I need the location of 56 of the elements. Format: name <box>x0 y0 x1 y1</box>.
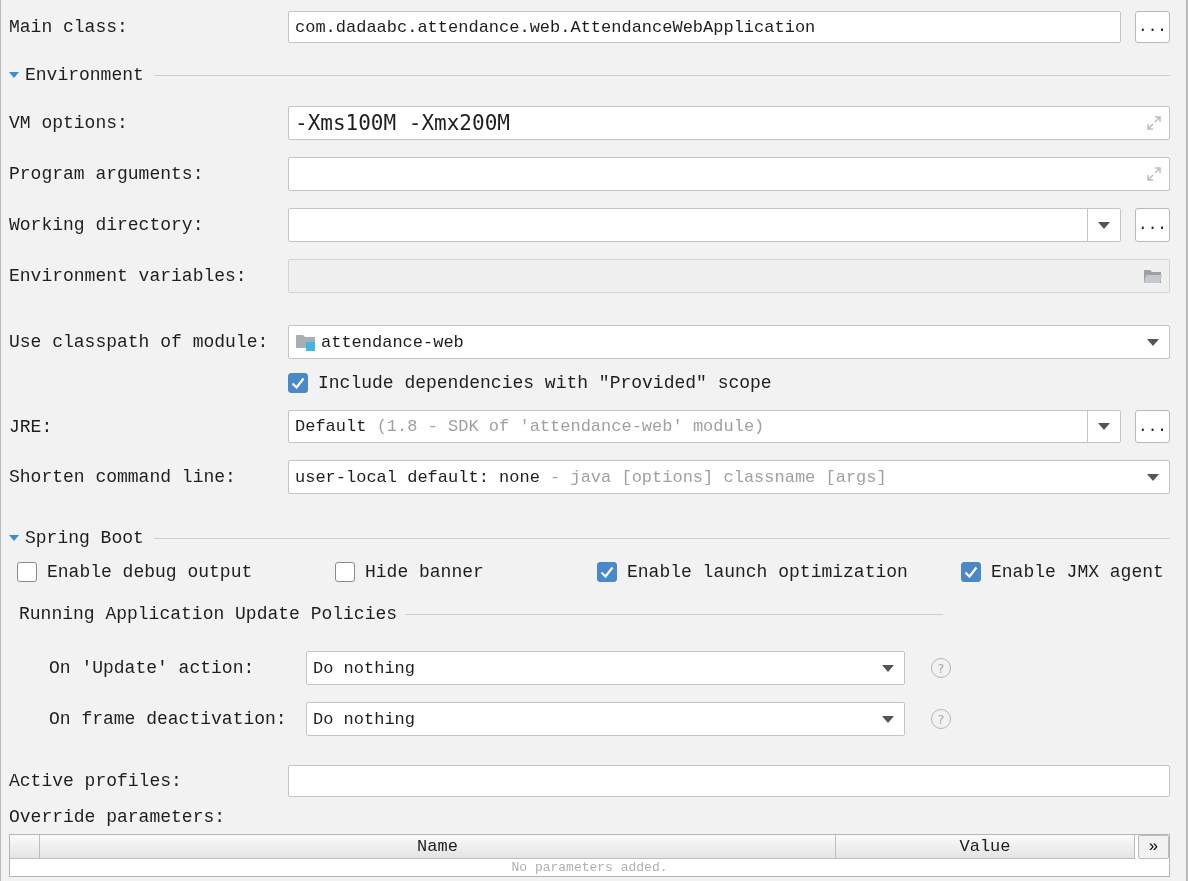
empty-message: No parameters added. <box>510 859 669 876</box>
text-field[interactable] <box>288 157 1170 191</box>
section-title: Spring Boot <box>25 528 144 548</box>
module-dropdown[interactable]: attendance-web <box>288 325 1170 359</box>
checkbox[interactable] <box>288 373 308 393</box>
dropdown-arrow-icon <box>1098 423 1110 430</box>
group-title: Running Application Update Policies <box>19 604 398 624</box>
field-label: On 'Update' action: <box>49 658 256 678</box>
checkbox-label[interactable]: Hide banner <box>365 562 484 582</box>
browse-button[interactable]: ... <box>1135 410 1170 443</box>
checkbox-label[interactable]: Enable launch optimization <box>627 562 908 582</box>
text-field[interactable]: -Xms100M -Xmx200M <box>288 106 1170 140</box>
field-label: Main class: <box>9 17 129 37</box>
column-header[interactable]: Value <box>836 835 1135 859</box>
field-label: VM options: <box>9 113 129 133</box>
checkbox-label[interactable]: Enable debug output <box>47 562 253 582</box>
field-value: -Xms100M -Xmx200M <box>295 111 510 135</box>
dropdown-value: user-local default: none - java [options] classname [args] <box>295 467 887 487</box>
field-label: Active profiles: <box>9 771 183 791</box>
checkbox-label[interactable]: Include dependencies with "Provided" scope <box>318 373 772 393</box>
checkbox-label[interactable]: Enable JMX agent <box>991 562 1164 582</box>
browse-button[interactable]: ... <box>1135 11 1170 43</box>
dropdown-arrow-icon <box>882 664 894 672</box>
expand-icon[interactable] <box>1145 114 1163 132</box>
shorten-dropdown[interactable]: user-local default: none - java [options] classname [args] <box>288 460 1170 494</box>
combo-box[interactable] <box>288 208 1121 242</box>
checkbox[interactable] <box>597 562 617 582</box>
policy-dropdown[interactable]: Do nothing <box>306 651 905 685</box>
field-label: Use classpath of module: <box>9 332 270 352</box>
text-field[interactable]: com.dadaabc.attendance.web.AttendanceWebApplication <box>288 11 1121 43</box>
policy-dropdown[interactable]: Do nothing <box>306 702 905 736</box>
checkbox[interactable] <box>961 562 981 582</box>
field-label: Shorten command line: <box>9 467 237 487</box>
field-label: Working directory: <box>9 215 205 235</box>
field-label: On frame deactivation: <box>49 709 288 729</box>
jre-dropdown[interactable]: Default (1.8 - SDK of 'attendance-web' module) <box>288 410 1121 443</box>
expand-triangle-icon[interactable] <box>9 533 19 543</box>
column-header[interactable]: Name <box>40 835 836 859</box>
dropdown-value: Default (1.8 - SDK of 'attendance-web' module) <box>295 417 765 436</box>
field-label: Environment variables: <box>9 266 248 286</box>
module-icon <box>295 333 317 351</box>
checkbox[interactable] <box>17 562 37 582</box>
text-field[interactable] <box>288 765 1170 797</box>
expand-triangle-icon[interactable] <box>9 70 19 80</box>
more-button[interactable]: » <box>1138 835 1169 859</box>
dropdown-arrow-icon <box>1147 473 1159 481</box>
dropdown-arrow-icon <box>1098 221 1110 229</box>
section-title: Environment <box>25 65 144 85</box>
dropdown-arrow-icon <box>882 715 894 723</box>
field-label: Override parameters: <box>9 807 226 827</box>
field-label: Program arguments: <box>9 164 205 184</box>
dropdown-arrow-icon <box>1147 338 1159 346</box>
checkbox[interactable] <box>335 562 355 582</box>
field-label: JRE: <box>9 416 54 437</box>
expand-icon[interactable] <box>1145 165 1163 183</box>
browse-button[interactable]: ... <box>1135 208 1170 242</box>
